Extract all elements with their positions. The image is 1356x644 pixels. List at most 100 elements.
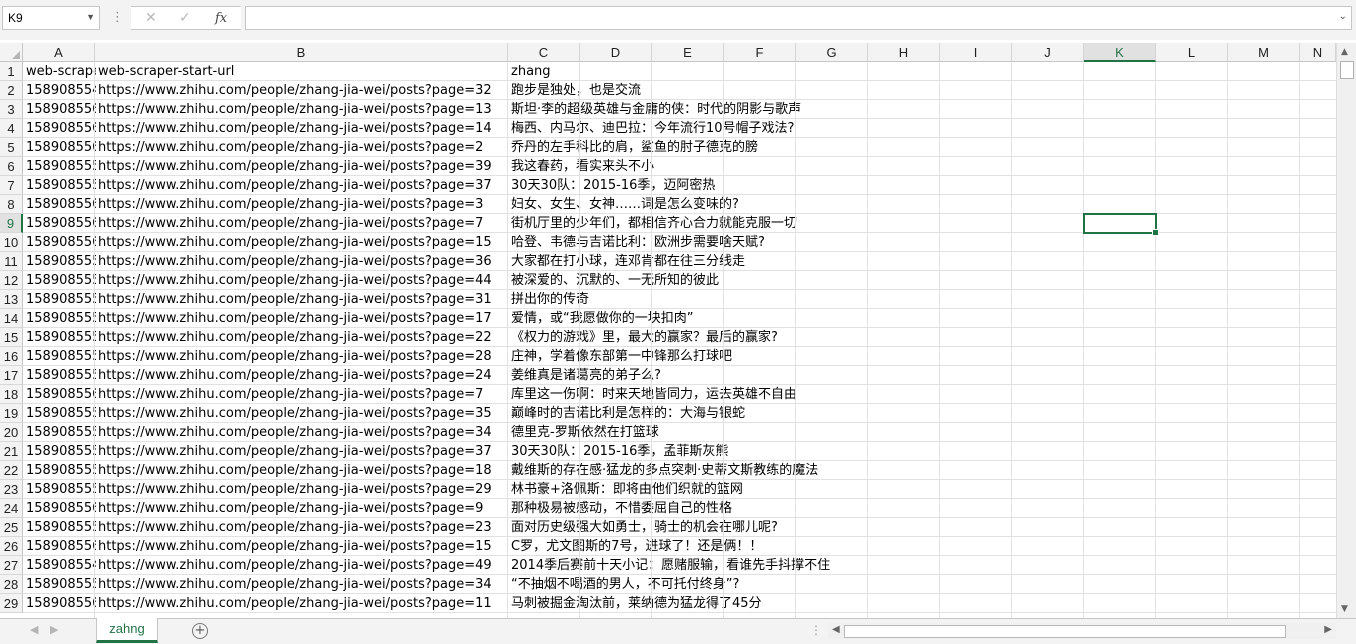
cell-c24[interactable]: 那种极易被感动，不惜委屈自己的性格 [511, 499, 1071, 518]
cell-b9[interactable]: https://www.zhihu.com/people/zhang-jia-w… [98, 214, 508, 233]
cell-c9[interactable]: 街机厅里的少年们，都相信齐心合力就能克服一切 [511, 214, 1071, 233]
row-header-27[interactable]: 27 [0, 556, 23, 575]
cell-b27[interactable]: https://www.zhihu.com/people/zhang-jia-w… [98, 556, 508, 575]
horizontal-scroll-thumb[interactable] [844, 625, 1286, 638]
cell-c19[interactable]: 巅峰时的吉诺比利是怎样的：大海与银蛇 [511, 404, 1071, 423]
column-header-m[interactable]: M [1228, 43, 1300, 62]
cell-b13[interactable]: https://www.zhihu.com/people/zhang-jia-w… [98, 290, 508, 309]
cell-c26[interactable]: C罗，尤文图斯的7号，进球了！还是俩！！ [511, 537, 1071, 556]
row-header-6[interactable]: 6 [0, 157, 23, 176]
cell-a25[interactable]: 1589085557-24 [26, 518, 96, 537]
row-header-17[interactable]: 17 [0, 366, 23, 385]
row-header-19[interactable]: 19 [0, 404, 23, 423]
row-header-4[interactable]: 4 [0, 119, 23, 138]
cell-b8[interactable]: https://www.zhihu.com/people/zhang-jia-w… [98, 195, 508, 214]
active-cell-selection[interactable] [1083, 213, 1159, 236]
row-header-20[interactable]: 20 [0, 423, 23, 442]
row-header-13[interactable]: 13 [0, 290, 23, 309]
cell-b26[interactable]: https://www.zhihu.com/people/zhang-jia-w… [98, 537, 508, 556]
cell-b28[interactable]: https://www.zhihu.com/people/zhang-jia-w… [98, 575, 508, 594]
column-header-g[interactable]: G [796, 43, 868, 62]
row-header-26[interactable]: 26 [0, 537, 23, 556]
row-header-25[interactable]: 25 [0, 518, 23, 537]
cell-a16[interactable]: 1589085556-15 [26, 347, 96, 366]
column-header-n[interactable]: N [1300, 43, 1336, 62]
cell-b14[interactable]: https://www.zhihu.com/people/zhang-jia-w… [98, 309, 508, 328]
vertical-scrollbar[interactable]: ▲ ▼ [1336, 43, 1356, 618]
cell-b1[interactable]: web-scraper-start-url [98, 62, 508, 81]
cell-c7[interactable]: 30天30队：2015-16季，迈阿密热 [511, 176, 1071, 195]
row-header-24[interactable]: 24 [0, 499, 23, 518]
cell-a14[interactable]: 1589085559-13 [26, 309, 96, 328]
cell-b19[interactable]: https://www.zhihu.com/people/zhang-jia-w… [98, 404, 508, 423]
cancel-icon[interactable]: ✕ [145, 10, 157, 26]
cell-a20[interactable]: 1589085554-19 [26, 423, 96, 442]
cell-c25[interactable]: 面对历史级强大如勇士，骑士的机会在哪儿呢? [511, 518, 1071, 537]
column-header-d[interactable]: D [580, 43, 652, 62]
cell-a18[interactable]: 1589085564-17 [26, 385, 96, 404]
scroll-right-icon[interactable]: ▶ [1324, 624, 1332, 635]
cell-a24[interactable]: 1589085562-23 [26, 499, 96, 518]
enter-check-icon[interactable]: ✓ [179, 10, 191, 26]
cell-b22[interactable]: https://www.zhihu.com/people/zhang-jia-w… [98, 461, 508, 480]
cell-a1[interactable]: web-scraper-order [26, 62, 96, 81]
cell-b15[interactable]: https://www.zhihu.com/people/zhang-jia-w… [98, 328, 508, 347]
cell-a27[interactable]: 1589085549-26 [26, 556, 96, 575]
cell-b18[interactable]: https://www.zhihu.com/people/zhang-jia-w… [98, 385, 508, 404]
cell-b12[interactable]: https://www.zhihu.com/people/zhang-jia-w… [98, 271, 508, 290]
row-header-12[interactable]: 12 [0, 271, 23, 290]
cell-c21[interactable]: 30天30队：2015-16季，孟菲斯灰熊 [511, 442, 1071, 461]
row-header-18[interactable]: 18 [0, 385, 23, 404]
sheet-tab-zahng[interactable]: zahng [96, 618, 158, 643]
column-header-k[interactable]: K [1084, 43, 1156, 62]
column-header-c[interactable]: C [508, 43, 580, 62]
cell-c14[interactable]: 爱情，或“我愿做你的一块扣肉” [511, 309, 1071, 328]
cell-c16[interactable]: 庄神，学着像东部第一中锋那么打球吧 [511, 347, 1071, 366]
add-sheet-icon[interactable]: + [192, 623, 208, 639]
cell-a11[interactable]: 1589085553-10 [26, 252, 96, 271]
name-box[interactable]: K9 ▼ [2, 6, 100, 30]
cell-a10[interactable]: 1589085560-9 [26, 233, 96, 252]
cell-a26[interactable]: 1589085560-25 [26, 537, 96, 556]
cell-c1[interactable]: zhang [511, 62, 1071, 81]
vertical-scroll-thumb[interactable] [1340, 61, 1354, 79]
cell-b23[interactable]: https://www.zhihu.com/people/zhang-jia-w… [98, 480, 508, 499]
cell-c20[interactable]: 德里克-罗斯依然在打篮球 [511, 423, 1071, 442]
column-header-i[interactable]: I [940, 43, 1012, 62]
row-header-21[interactable]: 21 [0, 442, 23, 461]
cell-c28[interactable]: “不抽烟不喝酒的男人，不可托付终身”? [511, 575, 1071, 594]
cell-a13[interactable]: 1589085555-12 [26, 290, 96, 309]
expand-formula-bar-icon[interactable]: ⌄ [1339, 11, 1347, 22]
column-header-e[interactable]: E [652, 43, 724, 62]
row-header-23[interactable]: 23 [0, 480, 23, 499]
cell-b7[interactable]: https://www.zhihu.com/people/zhang-jia-w… [98, 176, 508, 195]
cell-b24[interactable]: https://www.zhihu.com/people/zhang-jia-w… [98, 499, 508, 518]
cell-a22[interactable]: 1589085559-21 [26, 461, 96, 480]
tab-splitter-icon[interactable]: ⋮ [810, 623, 822, 637]
column-header-j[interactable]: J [1012, 43, 1084, 62]
column-header-f[interactable]: F [724, 43, 796, 62]
row-header-7[interactable]: 7 [0, 176, 23, 195]
cell-b16[interactable]: https://www.zhihu.com/people/zhang-jia-w… [98, 347, 508, 366]
cell-c22[interactable]: 戴维斯的存在感·猛龙的多点突刺·史蒂文斯教练的魔法 [511, 461, 1071, 480]
prev-sheet-icon[interactable]: ◀ [30, 623, 38, 636]
cell-a15[interactable]: 1589085558-14 [26, 328, 96, 347]
column-header-h[interactable]: H [868, 43, 940, 62]
cell-a12[interactable]: 1589085551-11 [26, 271, 96, 290]
cell-c4[interactable]: 梅西、内马尔、迪巴拉：今年流行10号帽子戏法? [511, 119, 1071, 138]
cell-c12[interactable]: 被深爱的、沉默的、一无所知的彼此 [511, 271, 1071, 290]
column-header-a[interactable]: A [23, 43, 95, 62]
horizontal-scrollbar[interactable]: ◀ ▶ [828, 623, 1336, 639]
cell-b5[interactable]: https://www.zhihu.com/people/zhang-jia-w… [98, 138, 508, 157]
column-header-l[interactable]: L [1156, 43, 1228, 62]
row-header-28[interactable]: 28 [0, 575, 23, 594]
row-header-16[interactable]: 16 [0, 347, 23, 366]
cell-a9[interactable]: 1589085564-8 [26, 214, 96, 233]
cell-c17[interactable]: 姜维真是诸葛亮的弟子么? [511, 366, 1071, 385]
cell-a5[interactable]: 1589085565-4 [26, 138, 96, 157]
cell-a17[interactable]: 1589085557-16 [26, 366, 96, 385]
row-header-15[interactable]: 15 [0, 328, 23, 347]
cell-c18[interactable]: 库里这一伤啊：时来天地皆同力，运去英雄不自由 [511, 385, 1071, 404]
cell-c27[interactable]: 2014季后赛前十天小记：愿赌服输，看谁先手抖撑不住 [511, 556, 1071, 575]
row-header-11[interactable]: 11 [0, 252, 23, 271]
